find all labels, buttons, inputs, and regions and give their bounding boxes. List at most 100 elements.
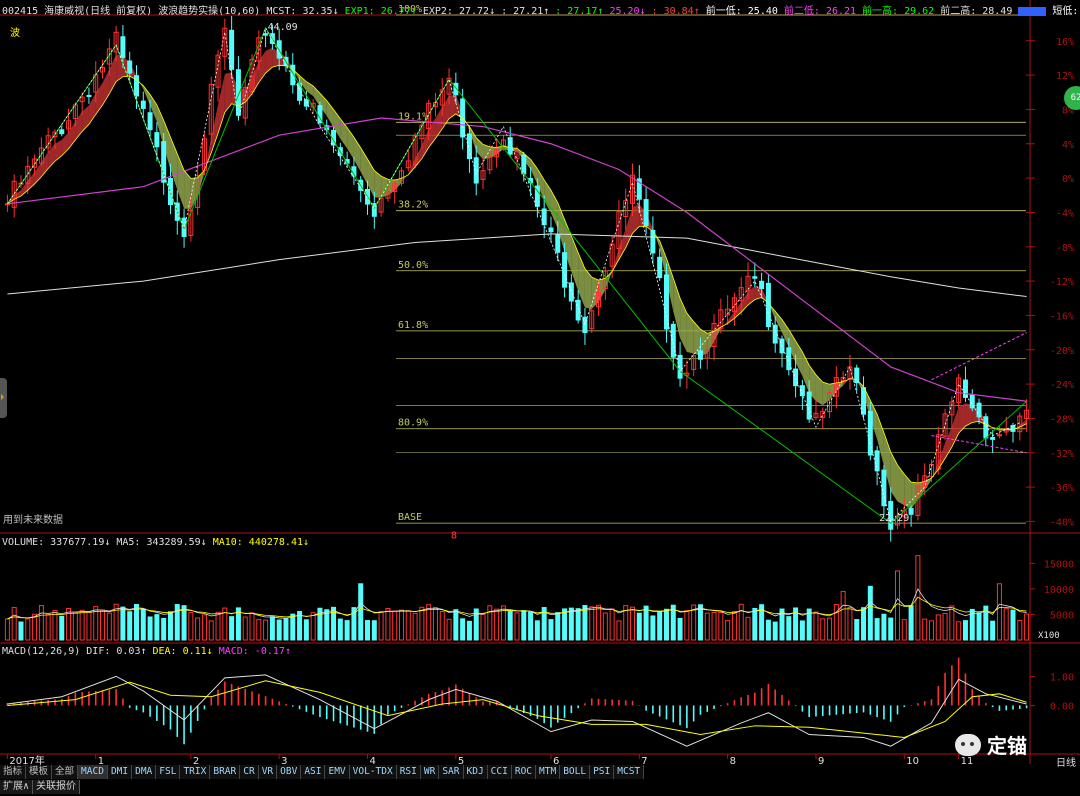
collapse-handle-icon[interactable] <box>0 378 7 418</box>
stock-chart[interactable]: 16%12%8%4%0%-4%-8%-12%-16%-20%-24%-28%-3… <box>0 0 1080 796</box>
ma-long-line <box>7 233 1027 298</box>
volume-bar <box>453 609 459 641</box>
volume-bar <box>229 616 235 641</box>
tab-mcst[interactable]: MCST <box>614 765 645 779</box>
volume-bar <box>147 616 153 641</box>
tab-psi[interactable]: PSI <box>590 765 615 779</box>
trend-ribbon-segment <box>184 170 191 210</box>
tab-vr[interactable]: VR <box>258 765 278 779</box>
x-tick-label: 9 <box>818 756 824 767</box>
y-tick-label: 4% <box>1062 140 1074 151</box>
volume-bar <box>684 610 690 641</box>
trend-ribbon-segment <box>890 451 898 502</box>
tab-kdj[interactable]: KDJ <box>463 765 488 779</box>
candle-body <box>670 323 676 358</box>
wave-label: 波 <box>10 28 20 39</box>
x-tick-label: 10 <box>906 756 919 767</box>
candle-body <box>867 410 873 456</box>
trend-ribbon-segment <box>415 145 422 167</box>
tab-wr[interactable]: WR <box>420 765 440 779</box>
candle-body <box>663 274 669 330</box>
tab-vol-tdx[interactable]: VOL-TDX <box>349 765 397 779</box>
volume-bar <box>901 619 907 641</box>
tab-全部[interactable]: 全部 <box>52 765 79 779</box>
header-item: : 30.84↑ <box>651 6 700 17</box>
fib-level-label: 50.0% <box>398 260 428 271</box>
tab-sar[interactable]: SAR <box>439 765 464 779</box>
tab-asi[interactable]: ASI <box>301 765 326 779</box>
tab-emv[interactable]: EMV <box>325 765 350 779</box>
volume-bar <box>283 618 289 641</box>
volume-bar <box>704 612 710 641</box>
tab-rsi[interactable]: RSI <box>396 765 421 779</box>
tab-cr[interactable]: CR <box>240 765 259 779</box>
trend-ribbon-segment <box>265 47 273 74</box>
volume-bar <box>276 619 282 641</box>
volume-bar <box>833 604 839 641</box>
volume-bar <box>72 611 78 641</box>
y-tick-label: 12% <box>1056 71 1074 82</box>
volume-header-item: VOLUME: 337677.19↓ <box>2 537 111 548</box>
volume-bar <box>765 619 771 641</box>
volume-bar <box>18 621 24 641</box>
tab-macd[interactable]: MACD <box>78 765 108 779</box>
watermark: 定锚 <box>955 730 1027 759</box>
volume-bar <box>575 608 581 641</box>
future-data-label: 用到未来数据 <box>3 515 63 526</box>
trend-ribbon-segment <box>836 381 844 392</box>
volume-bar <box>745 616 751 641</box>
tab-mtm[interactable]: MTM <box>536 765 561 779</box>
volume-bar <box>602 612 608 641</box>
tab-dma[interactable]: DMA <box>132 765 157 779</box>
candle-body <box>147 112 153 131</box>
tab-roc[interactable]: ROC <box>511 765 537 779</box>
volume-bar <box>208 620 214 641</box>
candle-body <box>861 387 867 415</box>
volume-bar <box>820 618 826 641</box>
tab-trix[interactable]: TRIX <box>180 765 211 779</box>
x-tick-label: 8 <box>730 756 736 767</box>
volume-bar <box>663 608 669 641</box>
volume-bar <box>466 620 472 641</box>
volume-bar <box>120 606 126 641</box>
tab-obv[interactable]: OBV <box>277 765 302 779</box>
tab-fsl[interactable]: FSL <box>156 765 181 779</box>
volume-bar <box>731 610 737 641</box>
volume-bar <box>636 612 642 641</box>
volume-bar <box>568 607 574 641</box>
candle-body <box>161 141 167 183</box>
volume-bar <box>725 620 731 641</box>
volume-bar <box>697 604 703 641</box>
y-tick-label: -24% <box>1050 380 1074 391</box>
macd-dif-line <box>7 674 1027 747</box>
tab-brar[interactable]: BRAR <box>210 765 241 779</box>
macd-header: MACD(12,26,9) DIF: 0.03↑ DEA: 0.11↓ MACD: -… <box>2 646 297 657</box>
tab-boll[interactable]: BOLL <box>560 765 591 779</box>
bottom-toolbar: 扩展∧ 关联报价 <box>0 780 81 794</box>
volume-bar <box>480 613 486 641</box>
candle-body <box>990 436 996 440</box>
tab-cci[interactable]: CCI <box>487 765 512 779</box>
tab-指标[interactable]: 指标 <box>0 765 27 779</box>
y-tick-label: -40% <box>1050 517 1074 528</box>
volume-bar <box>630 606 636 641</box>
watermark-text: 定锚 <box>987 734 1027 758</box>
tab-dmi[interactable]: DMI <box>107 765 133 779</box>
price-annotation: 8 <box>451 531 457 542</box>
volume-bar <box>290 613 296 641</box>
volume-bar <box>405 610 411 641</box>
tab-模板[interactable]: 模板 <box>26 765 53 779</box>
header-item: 前二低: 26.21 <box>783 6 857 17</box>
y-tick-label: 16% <box>1056 37 1074 48</box>
volume-bar <box>188 612 194 641</box>
stock-name: 海康威视(日线 前复权) <box>44 6 153 17</box>
volume-bar <box>154 614 160 641</box>
volume-bar <box>86 611 92 641</box>
volume-bar <box>419 606 425 641</box>
header-item: 短低: 25. <box>1052 6 1080 17</box>
related-quotes-button[interactable]: 关联报价 <box>33 780 81 794</box>
volume-bar <box>127 611 133 641</box>
volume-bar <box>45 613 51 641</box>
trend-ribbon-segment <box>897 464 905 506</box>
expand-button[interactable]: 扩展∧ <box>0 780 34 794</box>
